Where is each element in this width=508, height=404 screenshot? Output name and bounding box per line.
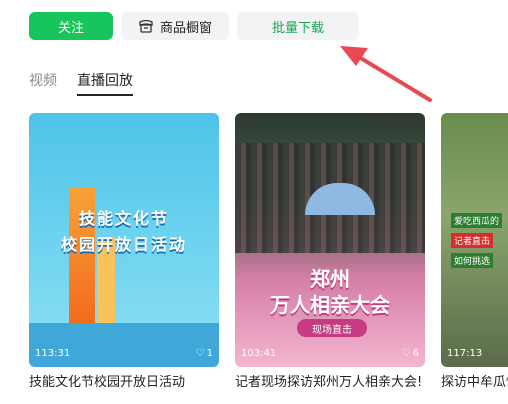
thumbnail-text: 校园开放日活动 — [60, 235, 187, 254]
video-card[interactable]: 爱吃西瓜的 记者直击 如何挑选 117:13 探访中牟瓜情 — [441, 113, 508, 392]
like-count-value: 6 — [412, 348, 419, 359]
shop-window-label: 商品橱窗 — [159, 20, 212, 36]
video-title[interactable]: 探访中牟瓜情 — [441, 374, 508, 392]
duration-label: 117:13 — [447, 348, 483, 359]
video-title[interactable]: 技能文化节校园开放日活动 — [29, 374, 219, 392]
like-count: ♡ 6 — [402, 348, 419, 359]
follow-button[interactable]: 关注 — [29, 12, 113, 40]
thumbnail-text: 万人相亲大会 — [270, 293, 390, 317]
video-thumbnail[interactable]: 爱吃西瓜的 记者直击 如何挑选 117:13 — [441, 113, 508, 367]
video-title[interactable]: 记者现场探访郑州万人相亲大会! — [235, 374, 425, 392]
content-tabs: 视频 直播回放 — [29, 70, 133, 96]
thumbnail-text: 爱吃西瓜的 — [451, 213, 503, 228]
video-card[interactable]: 郑州 万人相亲大会 现场直击 103:41 ♡ 6 记者现场探访郑州万人相亲大会… — [235, 113, 425, 392]
video-card[interactable]: 技能文化节 校园开放日活动 113:31 ♡ 1 技能文化节校园开放日活动 — [29, 113, 219, 392]
shop-window-icon — [139, 19, 153, 33]
batch-download-button[interactable]: 批量下载 — [237, 12, 359, 40]
follow-label: 关注 — [57, 20, 84, 36]
duration-label: 103:41 — [241, 348, 277, 359]
like-count: ♡ 1 — [196, 348, 213, 359]
red-arrow-icon — [340, 46, 432, 102]
video-thumbnail[interactable]: 技能文化节 校园开放日活动 113:31 ♡ 1 — [29, 113, 219, 367]
batch-download-label: 批量下载 — [271, 20, 324, 36]
thumbnail-text: 郑州 — [310, 267, 350, 291]
tab-video[interactable]: 视频 — [29, 70, 57, 96]
thumbnail-text: 技能文化节 — [78, 209, 169, 228]
thumbnail-text: 如何挑选 — [451, 253, 494, 268]
tab-live-replay[interactable]: 直播回放 — [77, 70, 133, 96]
shop-window-button[interactable]: 商品橱窗 — [121, 12, 229, 40]
ground-illustration — [29, 323, 219, 367]
thumbnail-badge: 现场直击 — [297, 319, 367, 337]
thumbnail-text: 记者直击 — [451, 233, 494, 248]
heart-icon: ♡ — [401, 348, 411, 359]
duration-label: 113:31 — [35, 348, 71, 359]
like-count-value: 1 — [206, 348, 213, 359]
heart-icon: ♡ — [195, 348, 205, 359]
video-thumbnail[interactable]: 郑州 万人相亲大会 现场直击 103:41 ♡ 6 — [235, 113, 425, 367]
